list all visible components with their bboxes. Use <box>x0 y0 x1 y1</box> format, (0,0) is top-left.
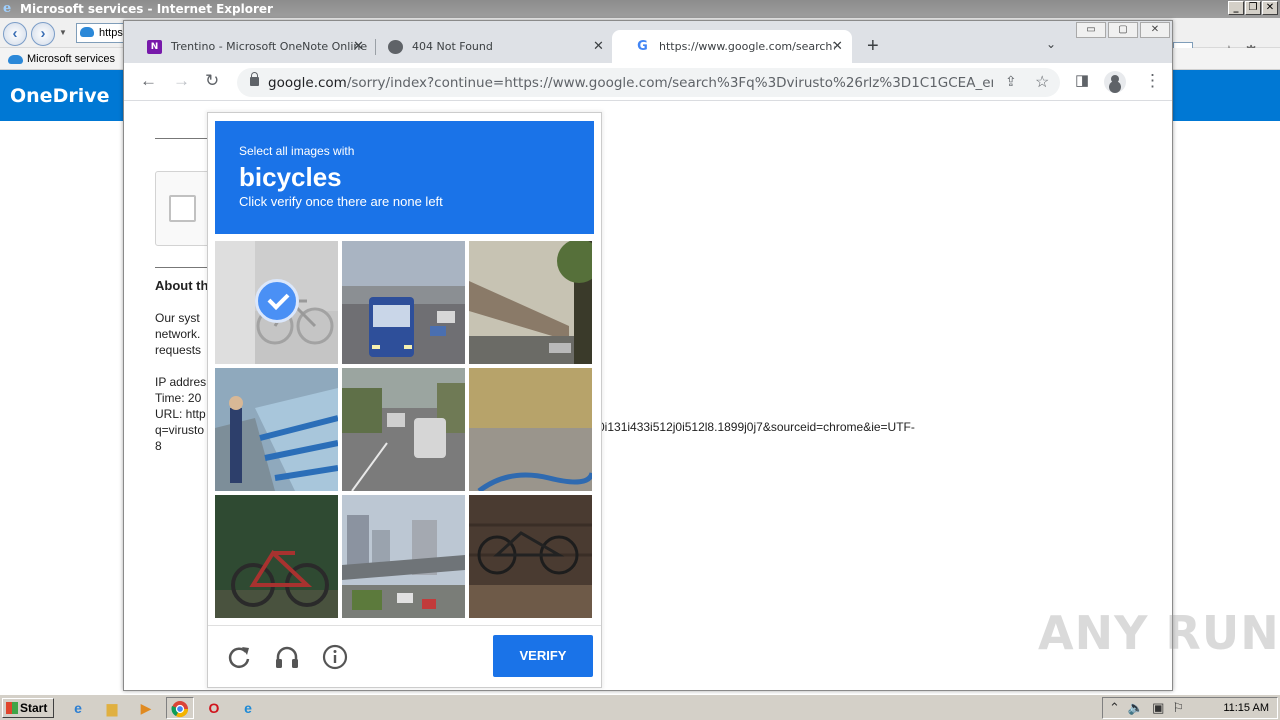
ie-logo-icon: e <box>3 1 12 16</box>
chrome-maximize-button[interactable]: ▢ <box>1108 22 1138 38</box>
chrome-window: N Trentino - Microsoft OneNote Online ✕ … <box>123 20 1173 691</box>
tile-train-station[interactable] <box>469 241 592 364</box>
challenge-footer: VERIFY <box>208 625 601 687</box>
media-player-icon[interactable]: ▶ <box>132 697 160 719</box>
image-grid <box>215 241 594 620</box>
tile-city-highway[interactable] <box>342 495 465 618</box>
system-tray: ⌃🔈▣⚐ 11:15 AM <box>1102 697 1278 719</box>
audio-challenge-headphones-icon[interactable] <box>274 644 300 670</box>
reload-icon[interactable]: ↻ <box>205 71 219 91</box>
onenote-icon: N <box>147 40 162 54</box>
time-line: Time: 20 <box>155 391 202 405</box>
onedrive-cloud-icon <box>80 27 94 37</box>
recaptcha-checkbox[interactable] <box>169 195 196 222</box>
new-tab-button[interactable]: + <box>867 35 879 57</box>
challenge-instruction: Select all images with <box>239 144 355 158</box>
tab-close-icon[interactable]: ✕ <box>593 30 604 63</box>
anyrun-watermark: ANY RUN <box>1038 606 1280 660</box>
tile-bus[interactable] <box>342 241 465 364</box>
divider <box>155 267 215 268</box>
ie-back-button[interactable]: ‹ <box>3 22 27 46</box>
url-line: 8 <box>155 439 162 453</box>
ie-address-bar[interactable]: https <box>76 23 128 43</box>
url-line: q=virusto <box>155 423 205 437</box>
explanation-line: requests <box>155 343 202 357</box>
network-icon[interactable]: ▣ <box>1152 700 1172 715</box>
divider <box>155 138 215 139</box>
taskbar: Start e ▆ ▶ O e ⌃🔈▣⚐ 11:15 AM <box>0 694 1280 720</box>
tab-close-icon[interactable]: ✕ <box>832 30 843 63</box>
chrome-close-button[interactable]: ✕ <box>1140 22 1170 38</box>
info-icon[interactable] <box>322 644 348 670</box>
lock-icon[interactable] <box>250 72 259 86</box>
kebab-menu-icon[interactable]: ⋮ <box>1144 71 1161 91</box>
onedrive-title[interactable]: OneDrive <box>10 85 110 107</box>
start-button[interactable]: Start <box>2 698 54 718</box>
challenge-note: Click verify once there are none left <box>239 194 443 209</box>
bookmark-star-icon[interactable]: ☆ <box>1035 72 1049 92</box>
chrome-taskbar-icon[interactable] <box>166 697 194 719</box>
share-icon[interactable]: ⇪ <box>1005 73 1017 90</box>
chrome-toolbar: ← → ↻ google.com/sorry/index?continue=ht… <box>124 63 1172 101</box>
tab-onenote[interactable]: N Trentino - Microsoft OneNote Online ✕ <box>124 30 374 63</box>
tab-404[interactable]: 404 Not Found ✕ <box>365 30 605 63</box>
volume-icon[interactable]: 🔈 <box>1128 700 1152 715</box>
tab-search-chevron-icon[interactable]: ⌄ <box>1046 37 1056 51</box>
explorer-folder-icon[interactable]: ▆ <box>98 697 126 719</box>
ie-taskbar-icon[interactable]: e <box>64 697 92 719</box>
tile-grass-field[interactable] <box>469 368 592 491</box>
tile-road-cars[interactable] <box>342 368 465 491</box>
recaptcha-challenge: Select all images with bicycles Click ve… <box>207 112 602 688</box>
about-heading: About th <box>155 278 209 293</box>
globe-icon <box>388 40 403 54</box>
omnibox[interactable]: google.com/sorry/index?continue=https://… <box>237 68 1060 97</box>
selected-check-icon <box>255 279 299 323</box>
ie-minimize-button[interactable]: _ <box>1228 1 1244 15</box>
back-arrow-icon[interactable]: ← <box>140 71 157 91</box>
chrome-minimize-button[interactable]: ▭ <box>1076 22 1106 38</box>
ie-tab-microsoft-services[interactable]: Microsoft services <box>2 50 122 69</box>
explanation-line: network. <box>155 327 201 341</box>
ie-forward-button[interactable]: › <box>31 22 55 46</box>
challenge-header: Select all images with bicycles Click ve… <box>215 121 594 234</box>
tile-bicycle-balcony[interactable] <box>469 495 592 618</box>
edge-icon[interactable]: e <box>234 697 262 719</box>
ie-window-title: Microsoft services - Internet Explorer <box>20 2 273 16</box>
ie-restore-button[interactable]: ❐ <box>1245 1 1261 15</box>
ie-close-button[interactable]: ✕ <box>1262 1 1278 15</box>
url-tail-text: 0i131i433i512j0i512l8.1899j0j7&sourceid=… <box>598 420 915 434</box>
action-center-flag-icon[interactable]: ⚐ <box>1172 700 1192 715</box>
tray-expand-icon[interactable]: ⌃ <box>1109 700 1128 715</box>
windows-logo-icon <box>6 702 18 714</box>
tile-bike-share[interactable] <box>215 368 338 491</box>
reload-challenge-icon[interactable] <box>226 644 252 670</box>
url-line: URL: http <box>155 407 206 421</box>
side-panel-icon[interactable]: ◨ <box>1075 71 1089 91</box>
onedrive-cloud-icon <box>8 55 23 64</box>
tile-bicycle-parked[interactable] <box>215 241 338 364</box>
omnibox-url[interactable]: google.com/sorry/index?continue=https://… <box>268 75 993 91</box>
ip-address-line: IP addres <box>155 375 207 389</box>
explanation-line: Our syst <box>155 311 200 325</box>
tab-google-search[interactable]: G https://www.google.com/search?q= ✕ <box>612 30 852 63</box>
ie-title-bar: e Microsoft services - Internet Explorer… <box>0 0 1280 18</box>
forward-arrow-icon[interactable]: → <box>173 71 190 91</box>
ie-history-dropdown-icon[interactable]: ▼ <box>59 28 67 37</box>
page-content: About th Our syst network. requests IP a… <box>124 102 1172 690</box>
chrome-tab-strip: N Trentino - Microsoft OneNote Online ✕ … <box>124 21 1172 63</box>
tile-red-bicycle[interactable] <box>215 495 338 618</box>
clock[interactable]: 11:15 AM <box>1223 698 1269 718</box>
verify-button[interactable]: VERIFY <box>493 635 593 677</box>
challenge-target: bicycles <box>239 162 342 192</box>
google-icon: G <box>635 40 650 54</box>
opera-icon[interactable]: O <box>200 697 228 719</box>
tab-close-icon[interactable]: ✕ <box>353 30 364 63</box>
profile-avatar-icon[interactable] <box>1104 71 1126 93</box>
